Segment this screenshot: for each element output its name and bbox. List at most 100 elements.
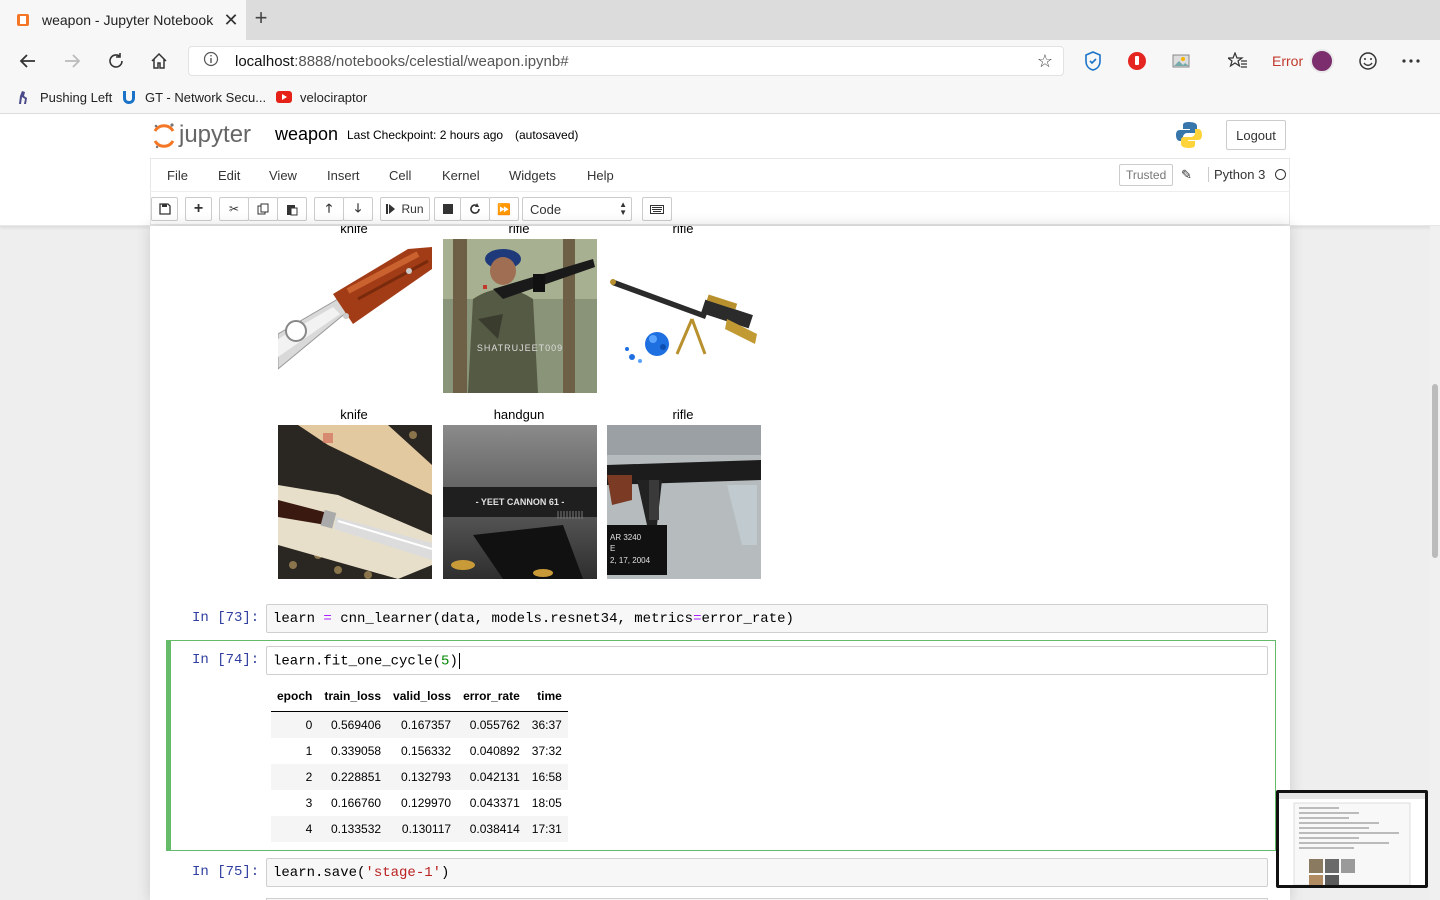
autosave-status: (autosaved) <box>515 128 579 142</box>
paste-icon <box>287 204 298 215</box>
menu-widgets[interactable]: Widgets <box>509 168 556 183</box>
page-scrollbar-thumb[interactable] <box>1432 384 1438 558</box>
jupyter-logo[interactable]: jupyter <box>153 121 251 149</box>
table-cell: 0.569406 <box>318 711 388 738</box>
column-header: error_rate <box>457 683 526 712</box>
keyboard-icon <box>650 204 664 214</box>
profile-error-label[interactable]: Error <box>1272 53 1303 69</box>
stop-extension-icon[interactable] <box>1126 50 1148 72</box>
training-results-table: epoch train_loss valid_loss error_rate t… <box>271 683 568 842</box>
code-cell-input[interactable]: learn = cnn_learner(data, models.resnet3… <box>266 604 1268 633</box>
emoji-feedback-icon[interactable] <box>1357 50 1379 72</box>
youtube-icon <box>276 89 292 105</box>
cell-prompt: In [75]: <box>192 864 260 880</box>
table-cell: 0.166760 <box>330 796 382 810</box>
python-logo-icon <box>1174 120 1204 150</box>
menu-cell[interactable]: Cell <box>389 168 411 183</box>
tab-title: weapon - Jupyter Notebook <box>42 12 214 28</box>
bookmark-gt-network[interactable]: GT - Network Secu... <box>121 89 266 105</box>
cell-type-select[interactable]: Code ▲ ▼ <box>522 197 632 221</box>
jupyter-menubar: File Edit View Insert Cell Kernel Widget… <box>150 158 1290 191</box>
table-cell: 0.156332 <box>401 744 452 758</box>
arrow-down-icon: 🡓 <box>354 200 362 215</box>
table-cell: 0.339058 <box>330 744 382 758</box>
image-extension-icon[interactable] <box>1170 50 1192 72</box>
assault-rifle-image: AR 3240 E 2, 17, 2004 <box>607 425 761 579</box>
new-tab-icon[interactable]: + <box>250 7 272 30</box>
table-cell: 17:31 <box>525 816 568 842</box>
close-tab-icon[interactable]: ✕ <box>220 10 242 31</box>
image-caption: rifle <box>672 407 694 422</box>
kernel-indicator[interactable]: Python 3 <box>1208 167 1287 182</box>
table-cell: 0.167357 <box>387 711 458 738</box>
edit-mode-pencil-icon: ✎ <box>1181 167 1192 182</box>
paste-button[interactable] <box>277 197 307 221</box>
refresh-icon[interactable] <box>103 48 129 74</box>
arrow-up-icon: 🡑 <box>325 200 333 215</box>
more-menu-icon[interactable] <box>1400 50 1422 72</box>
menu-help[interactable]: Help <box>587 168 614 183</box>
cut-button[interactable]: ✂ <box>219 197 249 221</box>
scissors-icon: ✂ <box>228 202 240 216</box>
browser-tab-bar: weapon - Jupyter Notebook ✕ + <box>0 0 1440 40</box>
code-cell-input[interactable]: learn.save('stage-1') <box>266 858 1268 887</box>
cell-prompt: In [74]: <box>192 652 260 668</box>
restart-run-all-button[interactable]: ⏩ <box>489 197 519 221</box>
run-button[interactable]: Run <box>380 197 430 221</box>
menu-view[interactable]: View <box>269 168 297 183</box>
insert-cell-button[interactable]: + <box>185 197 212 221</box>
forward-icon[interactable] <box>59 48 85 74</box>
table-row: 3 0.166760 0.129970 0.043371 18:05 <box>271 790 568 816</box>
site-info-icon[interactable] <box>203 51 221 71</box>
column-header: time <box>525 683 568 712</box>
menu-kernel[interactable]: Kernel <box>442 168 480 183</box>
table-cell: 18:05 <box>531 796 562 810</box>
url-host: localhost <box>235 52 295 70</box>
shield-extension-icon[interactable] <box>1082 50 1104 72</box>
cell-prompt: In [73]: <box>192 610 260 626</box>
code-operator: = <box>693 611 702 627</box>
copy-button[interactable] <box>248 197 278 221</box>
screenshot-preview-thumbnail[interactable] <box>1276 790 1428 888</box>
notebook-name[interactable]: weapon <box>275 124 338 145</box>
table-cell: 0.042131 <box>457 764 526 790</box>
move-down-button[interactable]: 🡓 <box>343 197 373 221</box>
table-cell: 0.040892 <box>469 744 520 758</box>
favorites-icon[interactable] <box>1227 50 1249 72</box>
bookmark-velociraptor[interactable]: velociraptor <box>276 89 367 105</box>
menu-edit[interactable]: Edit <box>218 168 240 183</box>
move-up-button[interactable]: 🡑 <box>314 197 344 221</box>
table-cell: 37:32 <box>531 744 562 758</box>
rifle-tag-line-1: AR 3240 <box>610 533 642 542</box>
bookmark-pushing-left[interactable]: Pushing Left <box>16 89 112 105</box>
image-caption: handgun <box>493 407 545 422</box>
restart-button[interactable] <box>460 197 490 221</box>
address-bar[interactable]: localhost:8888/notebooks/celestial/weapo… <box>188 46 1064 76</box>
profile-avatar[interactable] <box>1310 49 1334 73</box>
bookmark-label: velociraptor <box>300 89 368 105</box>
menu-file[interactable]: File <box>167 168 188 183</box>
save-button[interactable] <box>151 197 178 221</box>
code-text: learn <box>273 611 324 627</box>
watermark-text: SHATRUJEET009 <box>477 343 563 353</box>
browser-tab-active[interactable]: weapon - Jupyter Notebook ✕ <box>0 0 246 40</box>
save-icon <box>158 203 171 215</box>
interrupt-button[interactable] <box>434 197 461 221</box>
page-scrollbar-track[interactable] <box>1430 226 1440 900</box>
kernel-name: Python 3 <box>1214 167 1266 182</box>
column-header: train_loss <box>318 683 388 712</box>
table-row: 1 0.339058 0.156332 0.040892 37:32 <box>271 738 568 764</box>
code-text: cnn_learner(data, models.resnet34, metri… <box>331 611 694 627</box>
favorite-star-icon[interactable]: ☆ <box>1037 51 1053 72</box>
bookmark-label: GT - Network Secu... <box>145 89 267 105</box>
table-cell: 0 <box>271 711 319 738</box>
back-icon[interactable] <box>15 48 41 74</box>
rifle-soldier-image: SHATRUJEET009 <box>443 239 597 393</box>
code-cell-input-active[interactable]: learn.fit_one_cycle(5) <box>266 646 1268 675</box>
logout-button[interactable]: Logout <box>1226 120 1286 150</box>
command-palette-button[interactable] <box>642 197 672 221</box>
gt-network-icon <box>121 89 137 105</box>
menu-insert[interactable]: Insert <box>327 168 360 183</box>
home-icon[interactable] <box>146 48 172 74</box>
trusted-indicator[interactable]: Trusted <box>1119 164 1174 186</box>
